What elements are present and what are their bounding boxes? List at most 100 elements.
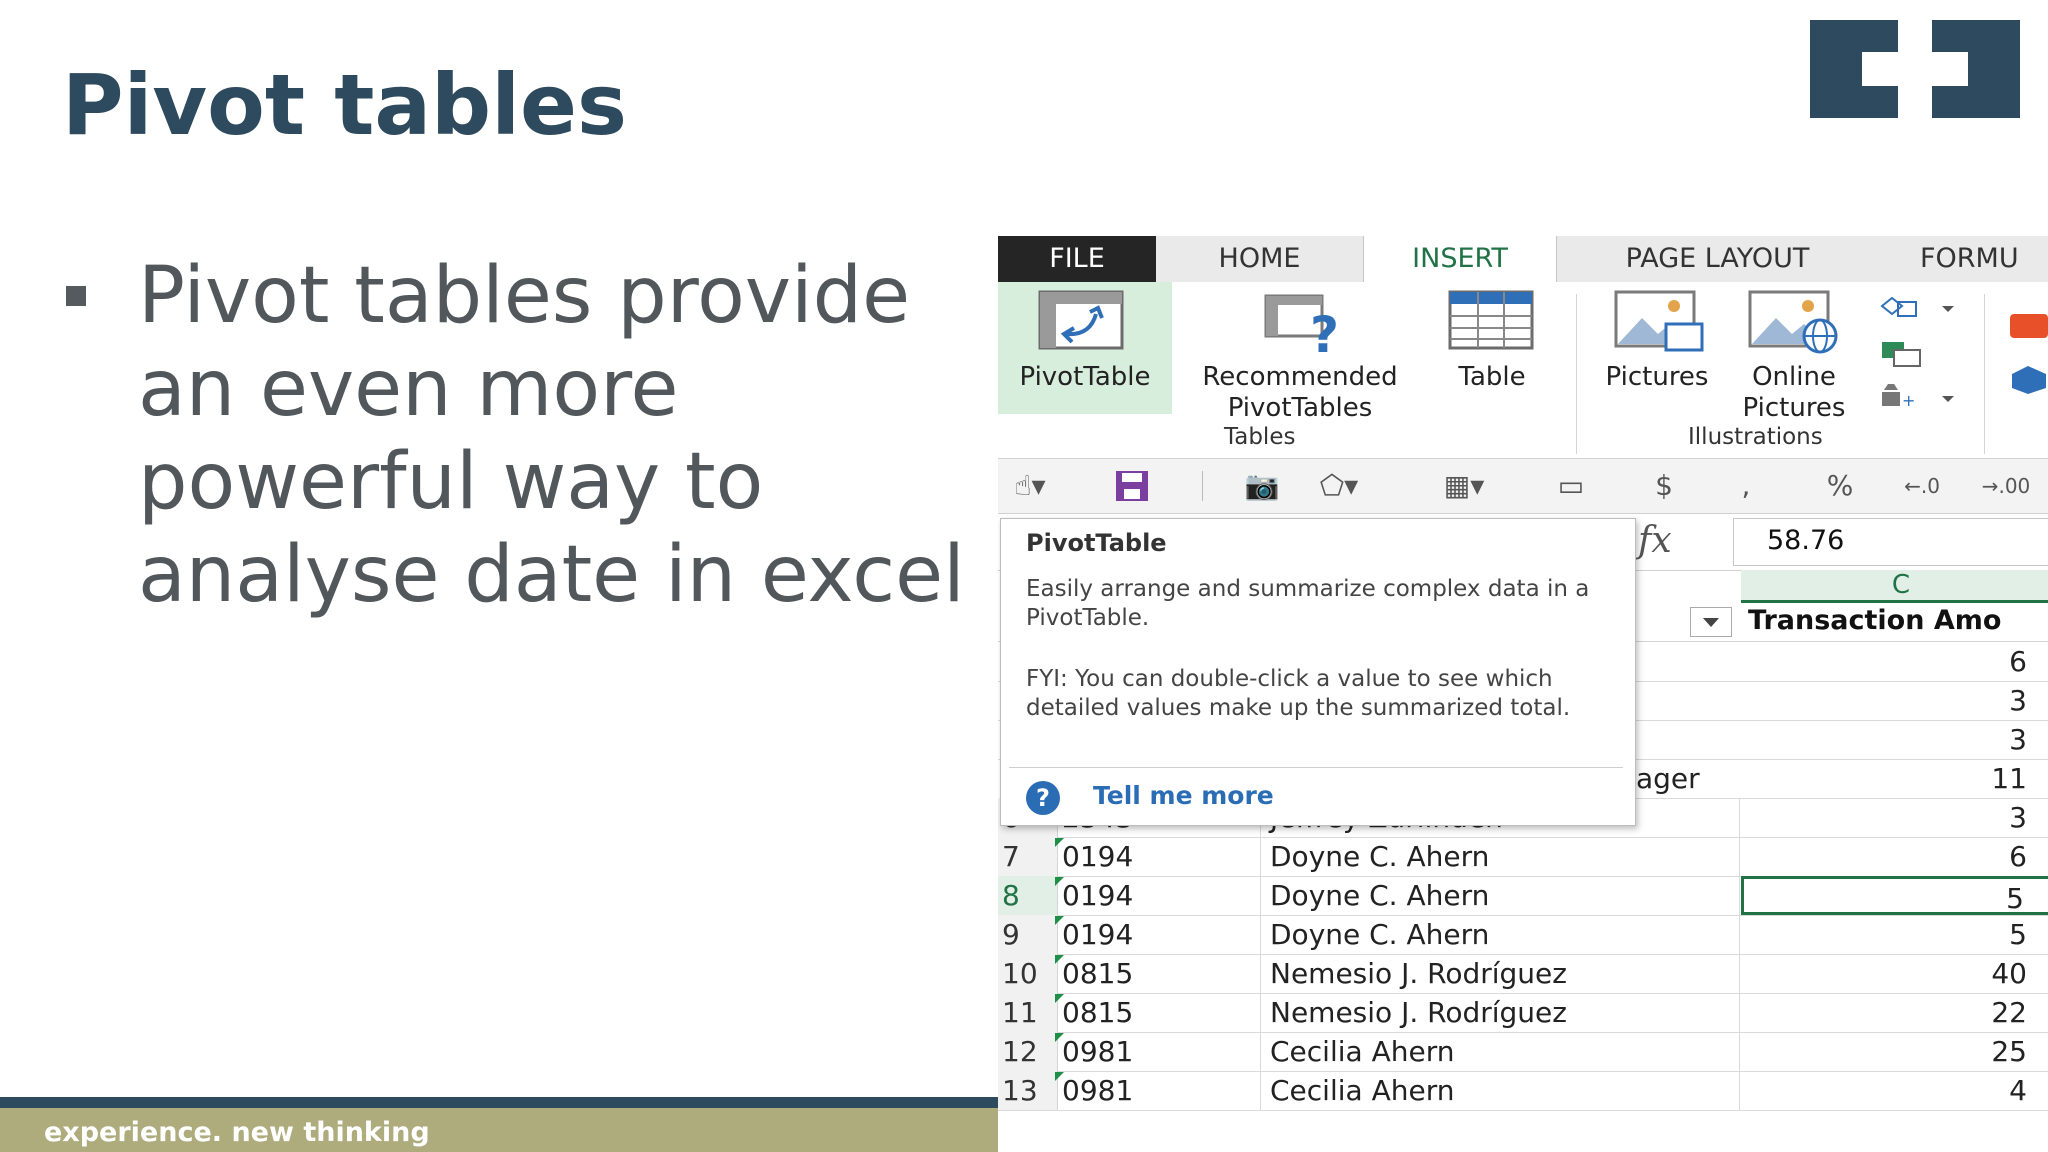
cell-a-value: 0194 <box>1062 879 1134 912</box>
cell-a-value: 0194 <box>1062 918 1134 951</box>
cell-c-partial[interactable]: 11 <box>1741 759 2048 798</box>
quick-access-toolbar: ☝▾ 📷 ⬠▾ ▦▾ ▭ $ , % ←.0 →.00 <box>998 459 2048 514</box>
row-number[interactable]: 11 <box>998 993 1058 1032</box>
cell-c-partial[interactable]: 6 <box>1741 642 2048 681</box>
bullet-marker <box>66 286 86 306</box>
apps-icons[interactable] <box>2006 304 2048 394</box>
tell-me-more-link[interactable]: Tell me more <box>1093 781 1274 810</box>
camera-icon[interactable]: 📷 <box>1236 469 1288 503</box>
tab-page-layout[interactable]: PAGE LAYOUT <box>1555 236 1880 282</box>
save-icon[interactable] <box>1114 469 1150 503</box>
table-label: Table <box>1458 362 1526 392</box>
cell-b[interactable]: Doyne C. Ahern <box>1262 915 1740 954</box>
decrease-decimal-icon[interactable]: →.00 <box>1980 469 2032 503</box>
pivottable-icon <box>1038 290 1124 350</box>
cell-c[interactable]: 22 <box>1741 993 2048 1032</box>
column-header-c[interactable]: C <box>1741 570 2048 603</box>
tab-file[interactable]: FILE <box>998 236 1156 282</box>
cell-b-partial[interactable]: ager <box>1636 759 1700 798</box>
cell-b[interactable]: Doyne C. Ahern <box>1262 876 1740 915</box>
cell-a[interactable]: 0194 <box>1054 876 1261 915</box>
cell-a-value: 0981 <box>1062 1035 1134 1068</box>
row-number[interactable]: 7 <box>998 837 1058 876</box>
fx-icon[interactable]: fx <box>1638 520 1672 561</box>
pivottable-tooltip: PivotTable Easily arrange and summarize … <box>1000 518 1636 826</box>
touch-mode-icon[interactable]: ☝▾ <box>1000 469 1060 503</box>
table-row: 8 0194 Doyne C. Ahern 5 <box>998 876 2048 916</box>
pivottable-button[interactable]: PivotTable <box>998 282 1172 414</box>
group-label-tables: Tables <box>1224 424 1296 450</box>
cell-c-partial[interactable]: 3 <box>1741 681 2048 720</box>
filter-dropdown-button[interactable] <box>1690 607 1732 637</box>
formula-value: 58.76 <box>1767 525 1845 556</box>
increase-decimal-icon[interactable]: ←.0 <box>1896 469 1948 503</box>
row-number[interactable]: 13 <box>998 1071 1058 1110</box>
cell-b[interactable]: Nemesio J. Rodríguez <box>1262 954 1740 993</box>
cell-c[interactable]: 40 <box>1741 954 2048 993</box>
cell-c[interactable]: 6 <box>1741 837 2048 876</box>
online-line1: Online <box>1752 362 1836 392</box>
recommended-pivottables-button[interactable]: ? Recommended PivotTables <box>1180 282 1420 423</box>
svg-text:+: + <box>1902 391 1915 410</box>
toolbar-separator <box>1202 471 1203 501</box>
table-row: 11 0815 Nemesio J. Rodríguez 22 <box>998 993 2048 1033</box>
cell-b[interactable]: Cecilia Ahern <box>1262 1071 1740 1110</box>
table-row: 9 0194 Doyne C. Ahern 5 <box>998 915 2048 955</box>
help-icon[interactable]: ? <box>1023 779 1067 817</box>
table-button[interactable]: Table <box>1434 282 1550 412</box>
table-row: 10 0815 Nemesio J. Rodríguez 40 <box>998 954 2048 994</box>
shapes-dropdown-icon[interactable]: ⬠▾ <box>1302 469 1376 503</box>
cell-b[interactable]: Doyne C. Ahern <box>1262 837 1740 876</box>
tooltip-title: PivotTable <box>1026 529 1167 557</box>
pictures-icon <box>1614 290 1704 352</box>
error-indicator-icon <box>1055 877 1064 886</box>
cell-a[interactable]: 0815 <box>1054 993 1261 1032</box>
column-c-header-cell[interactable]: Transaction Amo <box>1748 605 2001 636</box>
error-indicator-icon <box>1055 955 1064 964</box>
recommended-line1: Recommended <box>1202 362 1398 392</box>
row-number-selected[interactable]: 8 <box>998 876 1058 915</box>
table-row: 13 0981 Cecilia Ahern 4 <box>998 1071 2048 1111</box>
percent-icon[interactable]: % <box>1816 469 1864 503</box>
pictures-label: Pictures <box>1605 362 1709 392</box>
currency-icon[interactable]: $ <box>1642 469 1686 503</box>
comma-style-icon[interactable]: , <box>1726 469 1766 503</box>
cell-a[interactable]: 0194 <box>1054 837 1261 876</box>
row-number[interactable]: 10 <box>998 954 1058 993</box>
row-number[interactable]: 9 <box>998 915 1058 954</box>
group-separator-2 <box>1984 294 1985 454</box>
tab-home[interactable]: HOME <box>1156 236 1363 282</box>
cell-a[interactable]: 0981 <box>1054 1071 1261 1110</box>
cell-a[interactable]: 0815 <box>1054 954 1261 993</box>
tooltip-description: Easily arrange and summarize complex dat… <box>1026 576 1590 631</box>
footer-stripe <box>0 1097 1000 1108</box>
tab-insert[interactable]: INSERT <box>1363 236 1557 283</box>
company-logo <box>1810 20 2020 118</box>
online-pictures-button[interactable]: Online Pictures <box>1734 282 1854 423</box>
cell-b[interactable]: Nemesio J. Rodríguez <box>1262 993 1740 1032</box>
chevron-down-icon <box>1703 618 1719 627</box>
formula-input[interactable]: 58.76 <box>1733 518 2048 566</box>
error-indicator-icon <box>1055 1033 1064 1042</box>
cell-c[interactable]: 5 <box>1741 915 2048 954</box>
cell-c[interactable]: 25 <box>1741 1032 2048 1071</box>
cell-a[interactable]: 0194 <box>1054 915 1261 954</box>
table-icon <box>1448 290 1534 350</box>
cell-c-partial[interactable]: 3 <box>1741 720 2048 759</box>
recommended-line2: PivotTables <box>1227 393 1373 423</box>
cell-a-value: 0815 <box>1062 957 1134 990</box>
tab-formulas[interactable]: FORMU <box>1880 236 2048 282</box>
online-pictures-icon <box>1748 290 1838 354</box>
cell-b[interactable]: Cecilia Ahern <box>1262 1032 1740 1071</box>
group-label-illustrations: Illustrations <box>1688 424 1823 450</box>
borders-dropdown-icon[interactable]: ▦▾ <box>1424 469 1504 503</box>
shapes-smartart-screenshot-icons[interactable]: + <box>1878 296 1958 414</box>
pictures-button[interactable]: Pictures <box>1594 282 1720 412</box>
footer-tagline: experience. new thinking <box>44 1117 430 1148</box>
row-number[interactable]: 12 <box>998 1032 1058 1071</box>
cell-c[interactable]: 4 <box>1741 1071 2048 1110</box>
active-cell[interactable]: 5 <box>1741 876 2048 915</box>
cell-a[interactable]: 0981 <box>1054 1032 1261 1071</box>
merge-cells-icon[interactable]: ▭ <box>1546 469 1596 503</box>
cell-c[interactable]: 3 <box>1741 798 2048 837</box>
